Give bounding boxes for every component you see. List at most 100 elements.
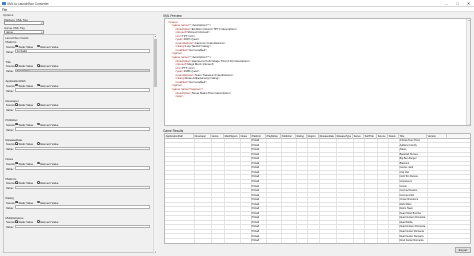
element-value-radio[interactable]	[37, 64, 40, 67]
table-row[interactable]: Pinball Devil Gutter Romania	[165, 239, 470, 243]
static-value-label: Static Value	[18, 83, 34, 88]
title-cell[interactable]: Devil Gutter Romania	[399, 239, 427, 243]
element-value-label: Element Value	[40, 220, 59, 224]
field-name: ApplicationPath	[5, 79, 26, 83]
value-input[interactable]	[15, 166, 150, 170]
maximize-button[interactable]: □	[452, 0, 463, 7]
static-value-label: Static Value	[18, 122, 34, 127]
game-xml-tag-value: game	[6, 29, 13, 34]
game-results-label: Game Results	[163, 128, 184, 133]
game-results-grid[interactable]: ApplicationPath Developer Genre MaxPlayers N…	[164, 133, 471, 244]
static-value-label: Static Value	[18, 220, 34, 224]
value-input[interactable]	[15, 185, 150, 190]
value-label: Value:	[6, 225, 14, 229]
static-value-label: Static Value	[18, 181, 34, 185]
scroll-down-icon[interactable]: ▾	[154, 251, 158, 254]
xml-text: Street Mains Plus</description>	[191, 90, 232, 95]
value-label: Value:	[6, 69, 14, 73]
element-value-radio[interactable]	[37, 220, 40, 223]
element-value-radio[interactable]	[37, 83, 40, 87]
static-value-radio[interactable]	[15, 83, 18, 87]
scroll-up-icon[interactable]: ▴	[154, 35, 158, 38]
scrollbar-thumb[interactable]	[154, 39, 157, 87]
field-name: ReleaseDate	[5, 137, 23, 142]
minimize-button[interactable]: –	[441, 0, 452, 7]
static-value-radio[interactable]	[15, 220, 18, 223]
value-label: Value:	[6, 88, 14, 93]
fields-scrollbar[interactable]: ▴ ▾	[152, 35, 158, 254]
scroll-up-icon[interactable]: ▴	[467, 19, 470, 22]
element-value-radio[interactable]	[37, 200, 40, 204]
field-name: MultipleGame	[5, 215, 24, 220]
value-input[interactable]: description	[15, 68, 150, 73]
static-value-radio[interactable]	[15, 122, 18, 126]
element-value-label: Element Value	[40, 122, 59, 127]
static-value-radio[interactable]	[15, 142, 18, 145]
launchbox-fields-group: Launchbox Fields Platform Source: Static V…	[3, 34, 158, 254]
xml-text: Yes</enabled>	[188, 47, 207, 52]
title-bar: XML to LaunchBox Converter – □ ✕	[0, 0, 474, 7]
close-button[interactable]: ✕	[463, 0, 474, 7]
field-name: Publisher	[5, 118, 18, 122]
element-value-radio[interactable]	[37, 122, 40, 126]
element-value-radio[interactable]	[37, 44, 40, 48]
xml-tag: <stop>	[175, 94, 184, 99]
value-label: Value:	[6, 108, 14, 112]
value-input[interactable]	[15, 88, 150, 92]
menu-file[interactable]: File	[2, 8, 7, 12]
static-value-label: Static Value	[18, 142, 34, 146]
left-panel: Options Platform XML Tag ▾ Game XML Tag …	[3, 13, 158, 254]
element-value-radio[interactable]	[37, 161, 40, 165]
xml-preview-panel[interactable]: <menu> <game name="" description=""> <desc…	[164, 18, 471, 126]
element-value-radio[interactable]	[37, 103, 40, 106]
value-input[interactable]	[15, 224, 150, 229]
field-name: Rating	[5, 196, 14, 200]
field-name: Notes	[5, 157, 14, 161]
value-input[interactable]	[15, 205, 150, 209]
value-label: Value:	[6, 147, 14, 151]
export-button[interactable]: Export	[455, 247, 471, 253]
element-value-label: Element Value	[40, 44, 59, 49]
static-value-radio[interactable]	[15, 103, 18, 106]
platform-cell[interactable]: Pinball	[251, 239, 266, 243]
element-value-radio[interactable]	[37, 142, 40, 145]
static-value-radio[interactable]	[15, 64, 18, 67]
scroll-down-icon[interactable]: ▾	[467, 124, 470, 125]
field-name: Title	[5, 59, 11, 64]
static-value-label: Static Value	[18, 200, 34, 205]
value-label: Value:	[6, 166, 14, 171]
xml-line: <stop>	[175, 94, 184, 99]
field-name: Platform	[5, 40, 17, 44]
value-label: Value:	[6, 186, 14, 190]
xml-preview-scrollbar[interactable]: ▴ ▾	[466, 19, 470, 125]
static-value-label: Static Value	[18, 64, 34, 68]
static-value-label: Static Value	[18, 103, 34, 107]
static-value-label: Static Value	[18, 44, 34, 49]
value-input[interactable]	[15, 107, 150, 112]
field-name: Developer	[5, 98, 19, 103]
value-label: Value:	[6, 205, 14, 210]
menu-bar: File	[0, 7, 474, 12]
static-value-radio[interactable]	[15, 200, 18, 204]
platform-xml-tag-combo[interactable]: ▾	[4, 21, 44, 26]
static-value-radio[interactable]	[15, 161, 18, 165]
value-input[interactable]: Fnrbalist	[15, 49, 150, 53]
element-value-label: Element Value	[40, 142, 59, 146]
value-input[interactable]	[15, 127, 150, 131]
static-value-label: Static Value	[18, 161, 34, 166]
element-value-label: Element Value	[40, 200, 59, 205]
element-value-label: Element Value	[40, 161, 59, 166]
xml-text: Yes</enabled>	[188, 79, 207, 84]
value-input[interactable]	[15, 146, 150, 151]
element-value-label: Element Value	[40, 83, 59, 88]
options-label: Options	[3, 13, 14, 17]
element-value-label: Element Value	[40, 103, 59, 107]
static-value-radio[interactable]	[15, 181, 18, 184]
field-name: Platform	[5, 176, 17, 181]
window-title: XML to LaunchBox Converter	[7, 1, 49, 6]
element-value-label: Element Value	[40, 64, 59, 68]
static-value-radio[interactable]	[15, 44, 18, 48]
value-label: Value:	[6, 127, 14, 132]
chevron-down-icon: ▾	[41, 22, 43, 25]
element-value-radio[interactable]	[37, 181, 40, 184]
